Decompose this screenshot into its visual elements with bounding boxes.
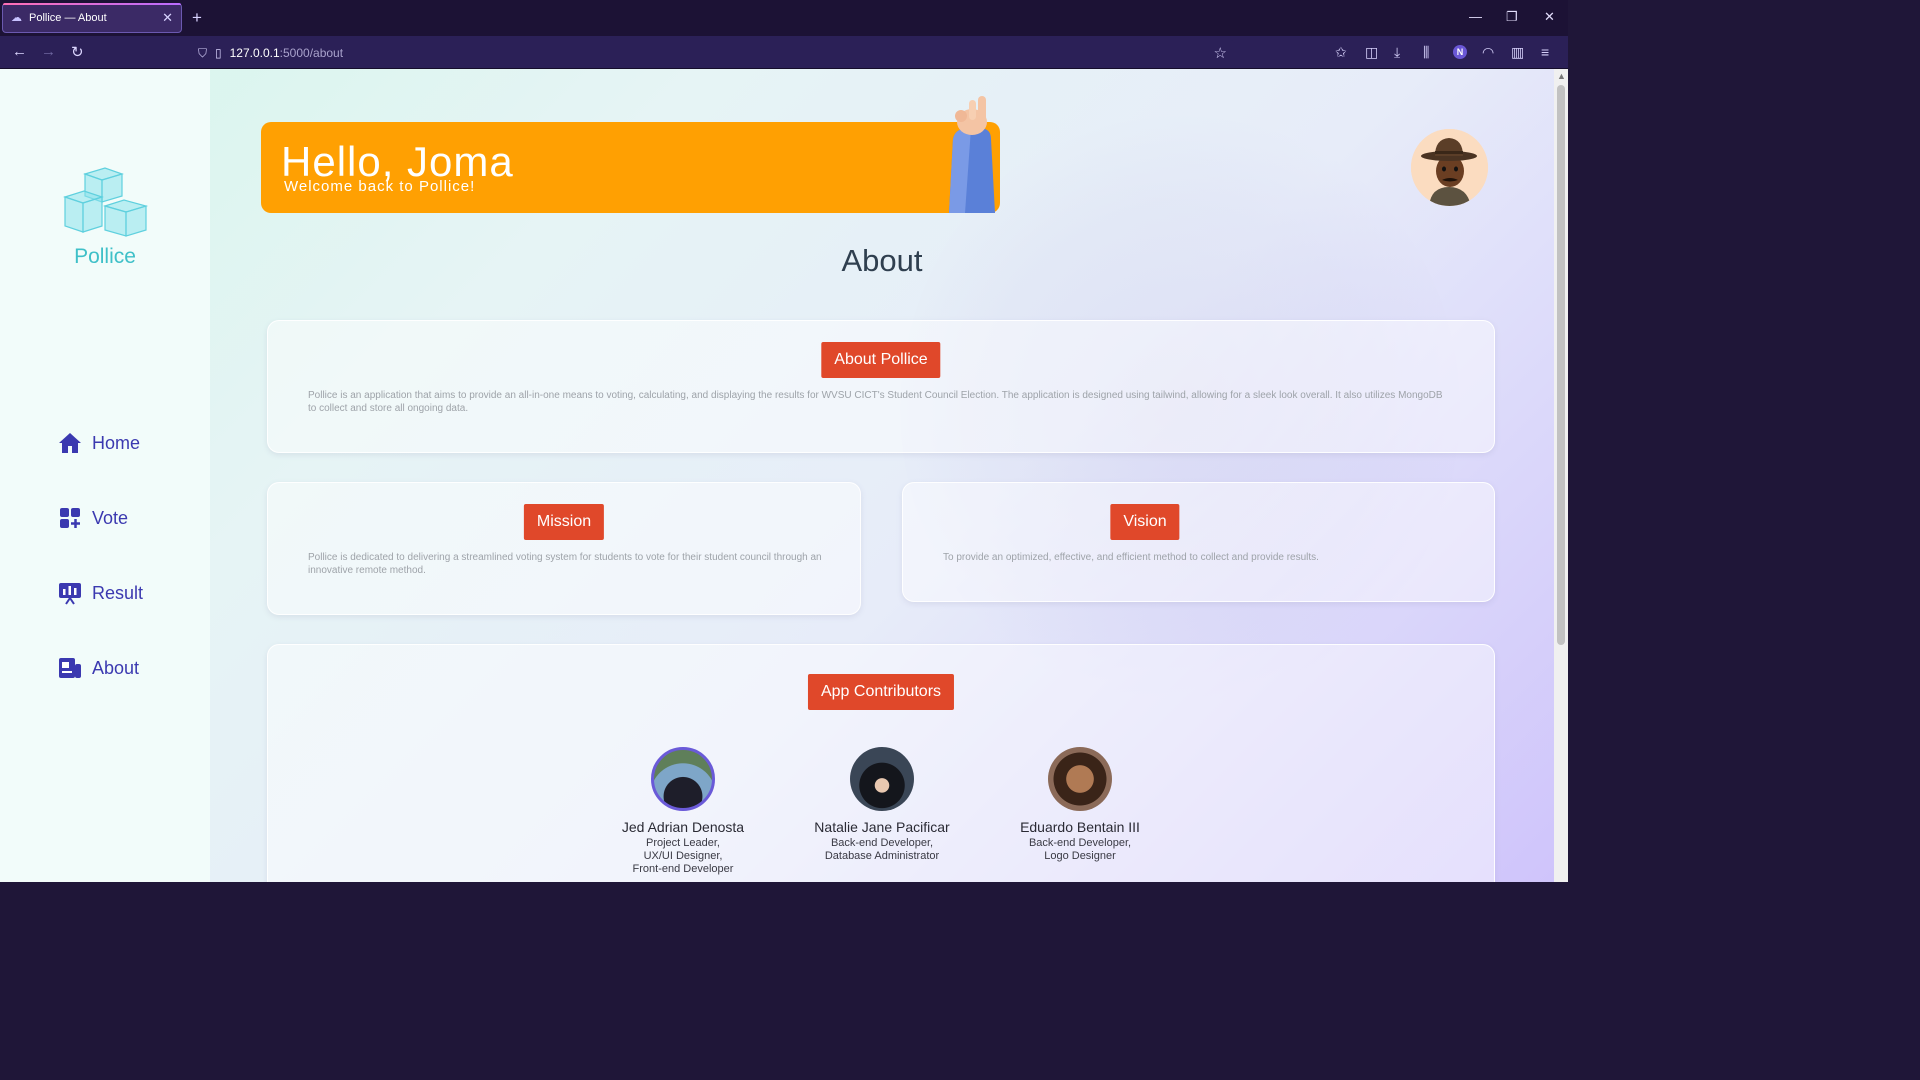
contributor-role: Database Administrator — [824, 850, 940, 862]
contributor-photo — [1048, 747, 1112, 811]
waving-hand-icon — [949, 96, 995, 213]
about-card: About Pollice Pollice is an application … — [267, 320, 1495, 453]
scrollbar-thumb[interactable] — [1557, 85, 1565, 645]
home-icon — [59, 433, 81, 453]
contributor-name: Eduardo Bentain III — [1020, 819, 1140, 835]
url-path: :5000/about — [279, 46, 344, 60]
page-icon: ▯ — [215, 46, 222, 60]
sidebar-item-result[interactable]: Result — [58, 581, 143, 605]
minimize-icon[interactable]: — — [1469, 9, 1482, 24]
contributor-card: Eduardo Bentain III Back-end Developer, … — [980, 747, 1180, 863]
page-title: About — [841, 243, 923, 278]
sidebar-item-label: About — [92, 657, 140, 678]
menu-icon[interactable]: ≡ — [1541, 44, 1549, 60]
browser-tab-bar: ☁ Pollice — About ✕ + — ❐ ✕ — [0, 0, 1568, 36]
about-pollice-heading: About Pollice — [821, 342, 941, 378]
sidebar-item-vote[interactable]: Vote — [58, 506, 128, 530]
scroll-up-icon[interactable]: ▲ — [1557, 71, 1566, 81]
reload-icon[interactable]: ↻ — [71, 43, 84, 61]
mission-heading: Mission — [523, 504, 605, 540]
vision-heading: Vision — [1110, 504, 1180, 540]
vision-description: To provide an optimized, effective, and … — [943, 552, 1319, 563]
library-icon[interactable]: ⫼ — [1423, 44, 1429, 61]
contributor-photo — [850, 747, 914, 811]
contributor-card: Jed Adrian Denosta Project Leader, UX/UI… — [583, 747, 783, 876]
cowboy-avatar-icon — [1411, 129, 1488, 206]
sidebar: Pollice Home Vote Result About — [0, 69, 210, 882]
contributors-card: App Contributors Jed Adrian Denosta Proj… — [267, 644, 1495, 882]
contributor-role: UX/UI Designer, — [643, 850, 723, 862]
account-icon[interactable]: N — [1453, 45, 1467, 59]
contributor-role: Project Leader, — [646, 837, 720, 849]
sidebar-item-label: Vote — [92, 507, 129, 528]
about-icon — [59, 658, 81, 678]
contributor-photo — [651, 747, 715, 811]
vote-icon — [60, 508, 80, 528]
close-window-icon[interactable]: ✕ — [1544, 9, 1555, 25]
restore-icon[interactable]: ❐ — [1506, 9, 1518, 25]
contributor-role: Logo Designer — [1044, 850, 1116, 862]
result-icon — [59, 583, 81, 605]
tab-close-icon[interactable]: ✕ — [162, 10, 173, 26]
mission-description: Pollice is dedicated to delivering a str… — [308, 552, 822, 576]
url-bar[interactable]: ⛉ ▯ 127.0.0.1 :5000/about ☆ — [190, 40, 1235, 66]
vision-card: Vision To provide an optimized, effectiv… — [902, 482, 1495, 602]
page-viewport: Pollice Home Vote Result About Hello, Jo… — [0, 69, 1554, 882]
contributors-heading: App Contributors — [807, 674, 955, 710]
greeting-subtitle: Welcome back to Pollice! — [284, 178, 476, 195]
browser-nav-bar: ← → ↻ ⛉ ▯ 127.0.0.1 :5000/about ☆ ✩ ◫ ⤓ … — [0, 36, 1568, 69]
contributor-name: Jed Adrian Denosta — [621, 819, 745, 835]
about-description: Pollice is an application that aims to p… — [308, 390, 1443, 414]
contributor-name: Natalie Jane Pacificar — [814, 819, 950, 835]
extension-icon[interactable]: ◠ — [1482, 44, 1494, 61]
pocket-icon[interactable]: ◫ — [1365, 44, 1378, 61]
new-tab-icon[interactable]: + — [192, 8, 202, 28]
sidebar-item-label: Result — [92, 582, 144, 603]
shield-icon[interactable]: ⛉ — [198, 46, 207, 61]
forward-icon[interactable]: → — [41, 43, 56, 60]
sidebar-item-label: Home — [92, 432, 141, 453]
saved-icon[interactable]: ✩ — [1335, 44, 1347, 61]
tab-favicon-icon: ☁ — [11, 12, 22, 24]
sidebar-item-about[interactable]: About — [58, 656, 139, 680]
tab-title: Pollice — About — [29, 12, 107, 24]
brand-name: Pollice — [74, 245, 136, 268]
mission-card: Mission Pollice is dedicated to deliveri… — [267, 482, 861, 615]
page-scrollbar[interactable]: ▲ — [1554, 69, 1568, 882]
back-icon[interactable]: ← — [12, 43, 27, 60]
sidebar-item-home[interactable]: Home — [58, 431, 140, 455]
pollice-logo-icon — [63, 167, 149, 237]
user-avatar[interactable] — [1411, 129, 1488, 206]
greeting-banner: Hello, Joma Welcome back to Pollice! — [261, 96, 1000, 213]
contributor-role: Front-end Developer — [632, 863, 734, 875]
download-icon[interactable]: ⤓ — [1394, 44, 1400, 61]
contributor-role: Back-end Developer, — [1028, 837, 1132, 849]
tab-accent-line — [3, 3, 181, 5]
bookmark-star-icon[interactable]: ☆ — [1214, 44, 1227, 62]
url-host: 127.0.0.1 — [229, 46, 280, 60]
contributor-role: Back-end Developer, — [830, 837, 934, 849]
ruler-icon[interactable]: ▥ — [1511, 44, 1524, 61]
browser-tab[interactable]: ☁ Pollice — About ✕ — [2, 3, 182, 33]
contributor-card: Natalie Jane Pacificar Back-end Develope… — [782, 747, 982, 863]
